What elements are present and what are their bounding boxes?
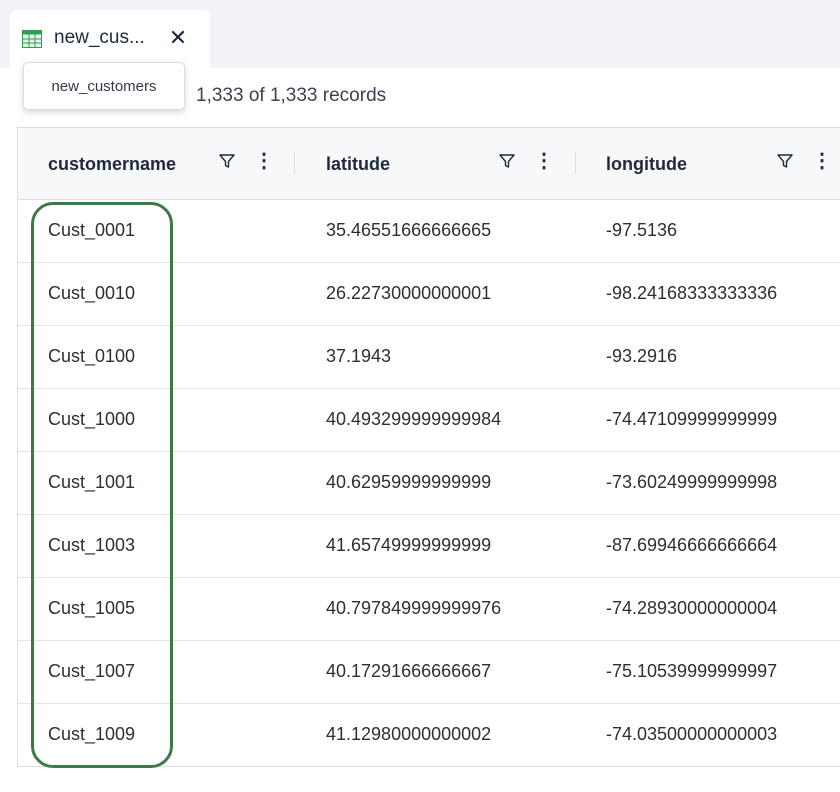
column-label: latitude [326, 154, 391, 174]
cell-latitude: 35.46551666666665 [326, 220, 492, 240]
table-row[interactable]: Cust_1001 40.62959999999999 -73.60249999… [18, 452, 840, 515]
data-grid: customername ⋮ latitude ⋮ longitude ⋮ Cu… [17, 127, 840, 767]
tab-new-customers[interactable]: new_cus... ✕ [10, 10, 210, 68]
cell-longitude: -74.03500000000003 [606, 724, 778, 744]
cell-latitude: 41.65749999999999 [326, 535, 492, 555]
column-label: customername [48, 154, 177, 174]
column-header-latitude[interactable]: latitude ⋮ [296, 128, 576, 200]
table-row[interactable]: Cust_1009 41.12980000000002 -74.03500000… [18, 704, 840, 766]
cell-latitude: 41.12980000000002 [326, 724, 492, 744]
cell-latitude: 26.22730000000001 [326, 283, 492, 303]
tab-tooltip: new_customers [23, 62, 185, 110]
table-row[interactable]: Cust_0100 37.1943 -93.2916 [18, 326, 840, 389]
column-divider[interactable] [294, 152, 295, 174]
cell-customername: Cust_1009 [48, 724, 136, 744]
more-vertical-icon[interactable]: ⋮ [812, 149, 832, 173]
cell-longitude: -75.10539999999997 [606, 661, 778, 681]
cell-customername: Cust_0001 [48, 220, 136, 240]
close-tab-icon[interactable]: ✕ [164, 24, 192, 52]
cell-longitude: -97.5136 [606, 220, 678, 240]
grid-header: customername ⋮ latitude ⋮ longitude ⋮ [18, 128, 840, 200]
cell-longitude: -93.2916 [606, 346, 678, 366]
table-row[interactable]: Cust_1007 40.17291666666667 -75.10539999… [18, 641, 840, 704]
cell-customername: Cust_1003 [48, 535, 136, 555]
table-row[interactable]: Cust_1003 41.65749999999999 -87.69946666… [18, 515, 840, 578]
cell-longitude: -74.47109999999999 [606, 409, 778, 429]
filter-icon[interactable] [498, 152, 516, 170]
more-vertical-icon[interactable]: ⋮ [534, 149, 554, 173]
cell-customername: Cust_1005 [48, 598, 136, 618]
filter-icon[interactable] [776, 152, 794, 170]
cell-customername: Cust_1007 [48, 661, 136, 681]
cell-longitude: -73.60249999999998 [606, 472, 778, 492]
table-grid-icon [22, 30, 42, 48]
column-header-customername[interactable]: customername ⋮ [18, 128, 296, 200]
cell-customername: Cust_1000 [48, 409, 136, 429]
cell-customername: Cust_0010 [48, 283, 136, 303]
table-row[interactable]: Cust_1005 40.797849999999976 -74.2893000… [18, 578, 840, 641]
cell-customername: Cust_0100 [48, 346, 136, 366]
column-header-longitude[interactable]: longitude ⋮ [576, 128, 840, 200]
records-count: 1,333 of 1,333 records [196, 85, 387, 106]
cell-longitude: -74.28930000000004 [606, 598, 778, 618]
filter-icon[interactable] [218, 152, 236, 170]
cell-latitude: 37.1943 [326, 346, 392, 366]
table-row[interactable]: Cust_0001 35.46551666666665 -97.5136 [18, 200, 840, 263]
tab-title: new_cus... [54, 27, 145, 48]
cell-longitude: -98.24168333333336 [606, 283, 778, 303]
tab-bar: new_cus... ✕ [0, 0, 840, 68]
cell-customername: Cust_1001 [48, 472, 136, 492]
more-vertical-icon[interactable]: ⋮ [254, 149, 274, 173]
cell-latitude: 40.493299999999984 [326, 409, 502, 429]
cell-latitude: 40.797849999999976 [326, 598, 502, 618]
cell-latitude: 40.17291666666667 [326, 661, 492, 681]
table-row[interactable]: Cust_1000 40.493299999999984 -74.4710999… [18, 389, 840, 452]
column-label: longitude [606, 154, 687, 174]
table-row[interactable]: Cust_0010 26.22730000000001 -98.24168333… [18, 263, 840, 326]
cell-latitude: 40.62959999999999 [326, 472, 492, 492]
cell-longitude: -87.69946666666664 [606, 535, 778, 555]
